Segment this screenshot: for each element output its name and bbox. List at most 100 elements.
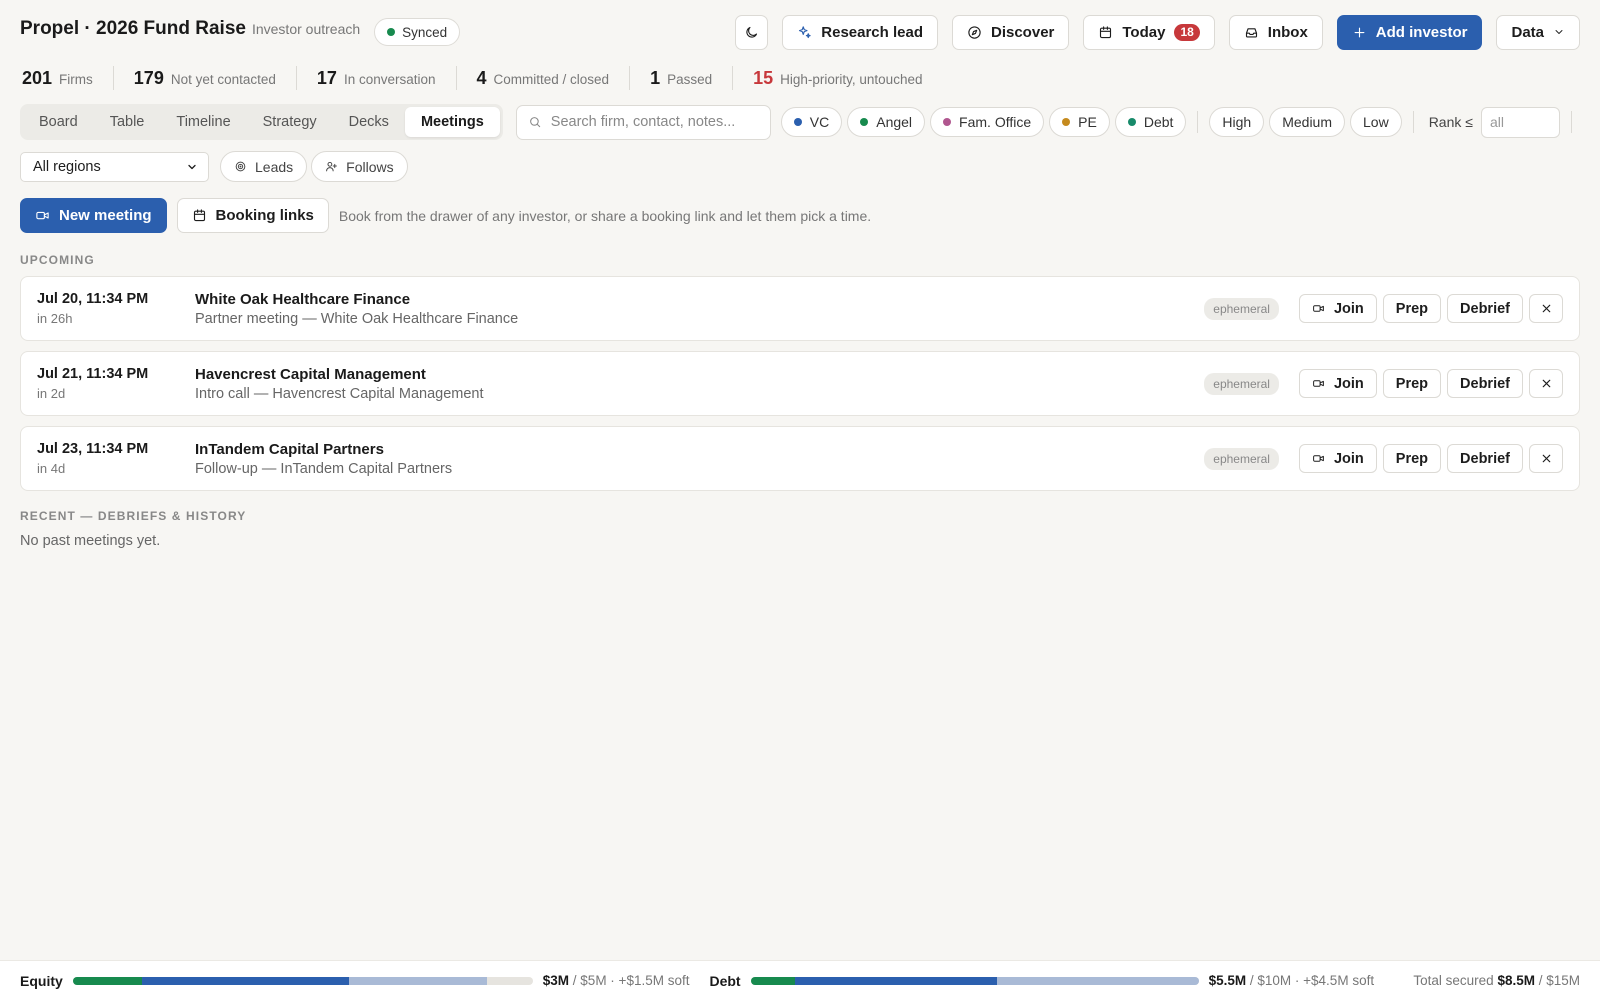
total-secured-target: / $15M — [1534, 973, 1580, 988]
tab-decks[interactable]: Decks — [333, 107, 405, 137]
stat-value: 1 — [650, 68, 661, 88]
new-meeting-label: New meeting — [59, 207, 152, 224]
booking-links-label: Booking links — [215, 207, 314, 224]
inbox-button[interactable]: Inbox — [1228, 14, 1323, 50]
filter-chip-pe[interactable]: PE — [1049, 107, 1110, 137]
tab-timeline[interactable]: Timeline — [160, 107, 246, 137]
video-icon — [1313, 305, 1324, 312]
priority-chip-medium[interactable]: Medium — [1269, 107, 1345, 137]
meeting-card[interactable]: Jul 23, 11:34 PM in 4d InTandem Capital … — [20, 426, 1580, 491]
video-icon — [1313, 455, 1324, 462]
filter-chip-vc[interactable]: VC — [780, 107, 843, 137]
inbox-icon — [1245, 27, 1257, 37]
add-investor-button[interactable]: Add investor — [1336, 14, 1483, 50]
angel-dot-icon — [860, 118, 869, 126]
join-button[interactable]: Join — [1298, 294, 1377, 323]
debt-amounts: $5.5M / $10M · +$4.5M soft — [1209, 973, 1374, 988]
divider — [1412, 111, 1414, 133]
user-plus-icon — [326, 161, 338, 172]
search-box — [515, 104, 771, 140]
cancel-meeting-button[interactable] — [1529, 369, 1563, 398]
meeting-card[interactable]: Jul 20, 11:34 PM in 26h White Oak Health… — [20, 276, 1580, 341]
meeting-info: White Oak Healthcare Finance Partner mee… — [195, 291, 1204, 327]
today-label: Today — [1122, 23, 1166, 41]
tab-board[interactable]: Board — [23, 107, 94, 137]
meeting-time: Jul 21, 11:34 PM in 2d — [37, 366, 195, 401]
filter-chip-family-office[interactable]: Fam. Office — [930, 107, 1045, 137]
filter-toolbar: Board Table Timeline Strategy Decks Meet… — [20, 104, 1578, 140]
discover-label: Discover — [991, 23, 1055, 41]
rank-input[interactable] — [1480, 106, 1560, 138]
tab-meetings[interactable]: Meetings — [404, 107, 500, 137]
debrief-button[interactable]: Debrief — [1447, 294, 1523, 323]
calendar-icon — [1100, 25, 1112, 38]
join-button[interactable]: Join — [1298, 444, 1377, 473]
debt-target: / $10M · +$4.5M soft — [1246, 973, 1375, 988]
region-select[interactable]: All regions — [20, 151, 209, 182]
stat-label: Committed / closed — [493, 72, 610, 87]
debt-secured: $5.5M — [1208, 973, 1247, 988]
filter-chip-debt[interactable]: Debt — [1114, 107, 1187, 137]
equity-committed-fill — [72, 976, 142, 985]
app-header: Propel · 2026 Fund Raise Investor outrea… — [20, 14, 1580, 50]
follows-toggle[interactable]: Follows — [311, 151, 408, 182]
today-button[interactable]: Today 18 — [1083, 14, 1215, 50]
priority-chip-high[interactable]: High — [1209, 107, 1265, 137]
discover-button[interactable]: Discover — [952, 14, 1070, 50]
booking-links-button[interactable]: Booking links — [176, 198, 329, 233]
calendar-icon — [193, 209, 205, 222]
equity-progress: Equity $3M / $5M · +$1.5M soft — [20, 973, 689, 989]
stat-high-priority: 15 High-priority, untouched — [732, 66, 942, 90]
cancel-meeting-button[interactable] — [1529, 294, 1563, 323]
meeting-firm: Havencrest Capital Management — [195, 365, 426, 383]
today-count-badge: 18 — [1174, 23, 1200, 41]
prep-button[interactable]: Prep — [1382, 294, 1442, 323]
page-title: Propel · 2026 Fund Raise — [20, 18, 246, 39]
rank-label: Rank ≤ — [1428, 114, 1473, 130]
meeting-time: Jul 20, 11:34 PM in 26h — [37, 291, 195, 326]
ephemeral-tag: ephemeral — [1204, 372, 1279, 395]
join-button[interactable]: Join — [1298, 369, 1377, 398]
stat-label: High-priority, untouched — [780, 72, 923, 87]
leads-toggle[interactable]: Leads — [220, 151, 308, 182]
chip-label: PE — [1078, 114, 1097, 130]
priority-chip-low[interactable]: Low — [1350, 107, 1402, 137]
region-select-value: All regions — [33, 158, 101, 175]
meeting-card[interactable]: Jul 21, 11:34 PM in 2d Havencrest Capita… — [20, 351, 1580, 416]
tab-table[interactable]: Table — [94, 107, 161, 137]
stat-value: 201 — [22, 68, 53, 88]
research-lead-button[interactable]: Research lead — [782, 14, 938, 50]
prep-button[interactable]: Prep — [1382, 369, 1442, 398]
debt-closed-fill — [795, 976, 997, 985]
research-lead-label: Research lead — [821, 23, 923, 41]
chip-label: Fam. Office — [959, 114, 1032, 130]
debrief-button[interactable]: Debrief — [1447, 369, 1523, 398]
tab-strategy[interactable]: Strategy — [247, 107, 333, 137]
new-meeting-button[interactable]: New meeting — [20, 198, 167, 233]
chip-label: Angel — [876, 114, 913, 130]
meeting-relative-time: in 26h — [37, 311, 73, 326]
page-subtitle: Investor outreach — [251, 21, 361, 37]
close-icon — [1542, 304, 1550, 313]
filter-chip-angel[interactable]: Angel — [847, 107, 926, 137]
header-actions: Research lead Discover Today 18 Inbox Ad… — [735, 14, 1580, 50]
debrief-button[interactable]: Debrief — [1447, 444, 1523, 473]
sync-status-badge: Synced — [374, 18, 461, 46]
debt-committed-fill — [750, 976, 796, 985]
stat-value: 179 — [133, 68, 164, 88]
equity-label: Equity — [20, 972, 63, 989]
data-menu-label: Data — [1511, 23, 1544, 41]
data-menu-button[interactable]: Data — [1496, 14, 1580, 50]
theme-toggle-button[interactable] — [735, 14, 769, 50]
cancel-meeting-button[interactable] — [1529, 444, 1563, 473]
ephemeral-tag: ephemeral — [1204, 447, 1279, 470]
title-group: Propel · 2026 Fund Raise Investor outrea… — [20, 18, 461, 46]
stat-label: Firms — [59, 72, 93, 87]
leads-toggle-label: Leads — [255, 158, 294, 175]
prep-button[interactable]: Prep — [1382, 444, 1442, 473]
total-secured-label: Total secured — [1413, 973, 1494, 988]
search-input[interactable] — [550, 114, 751, 130]
upcoming-meetings-list: Jul 20, 11:34 PM in 26h White Oak Health… — [20, 276, 1580, 491]
meeting-info: Havencrest Capital Management Intro call… — [195, 366, 1204, 402]
meeting-time: Jul 23, 11:34 PM in 4d — [37, 441, 195, 476]
